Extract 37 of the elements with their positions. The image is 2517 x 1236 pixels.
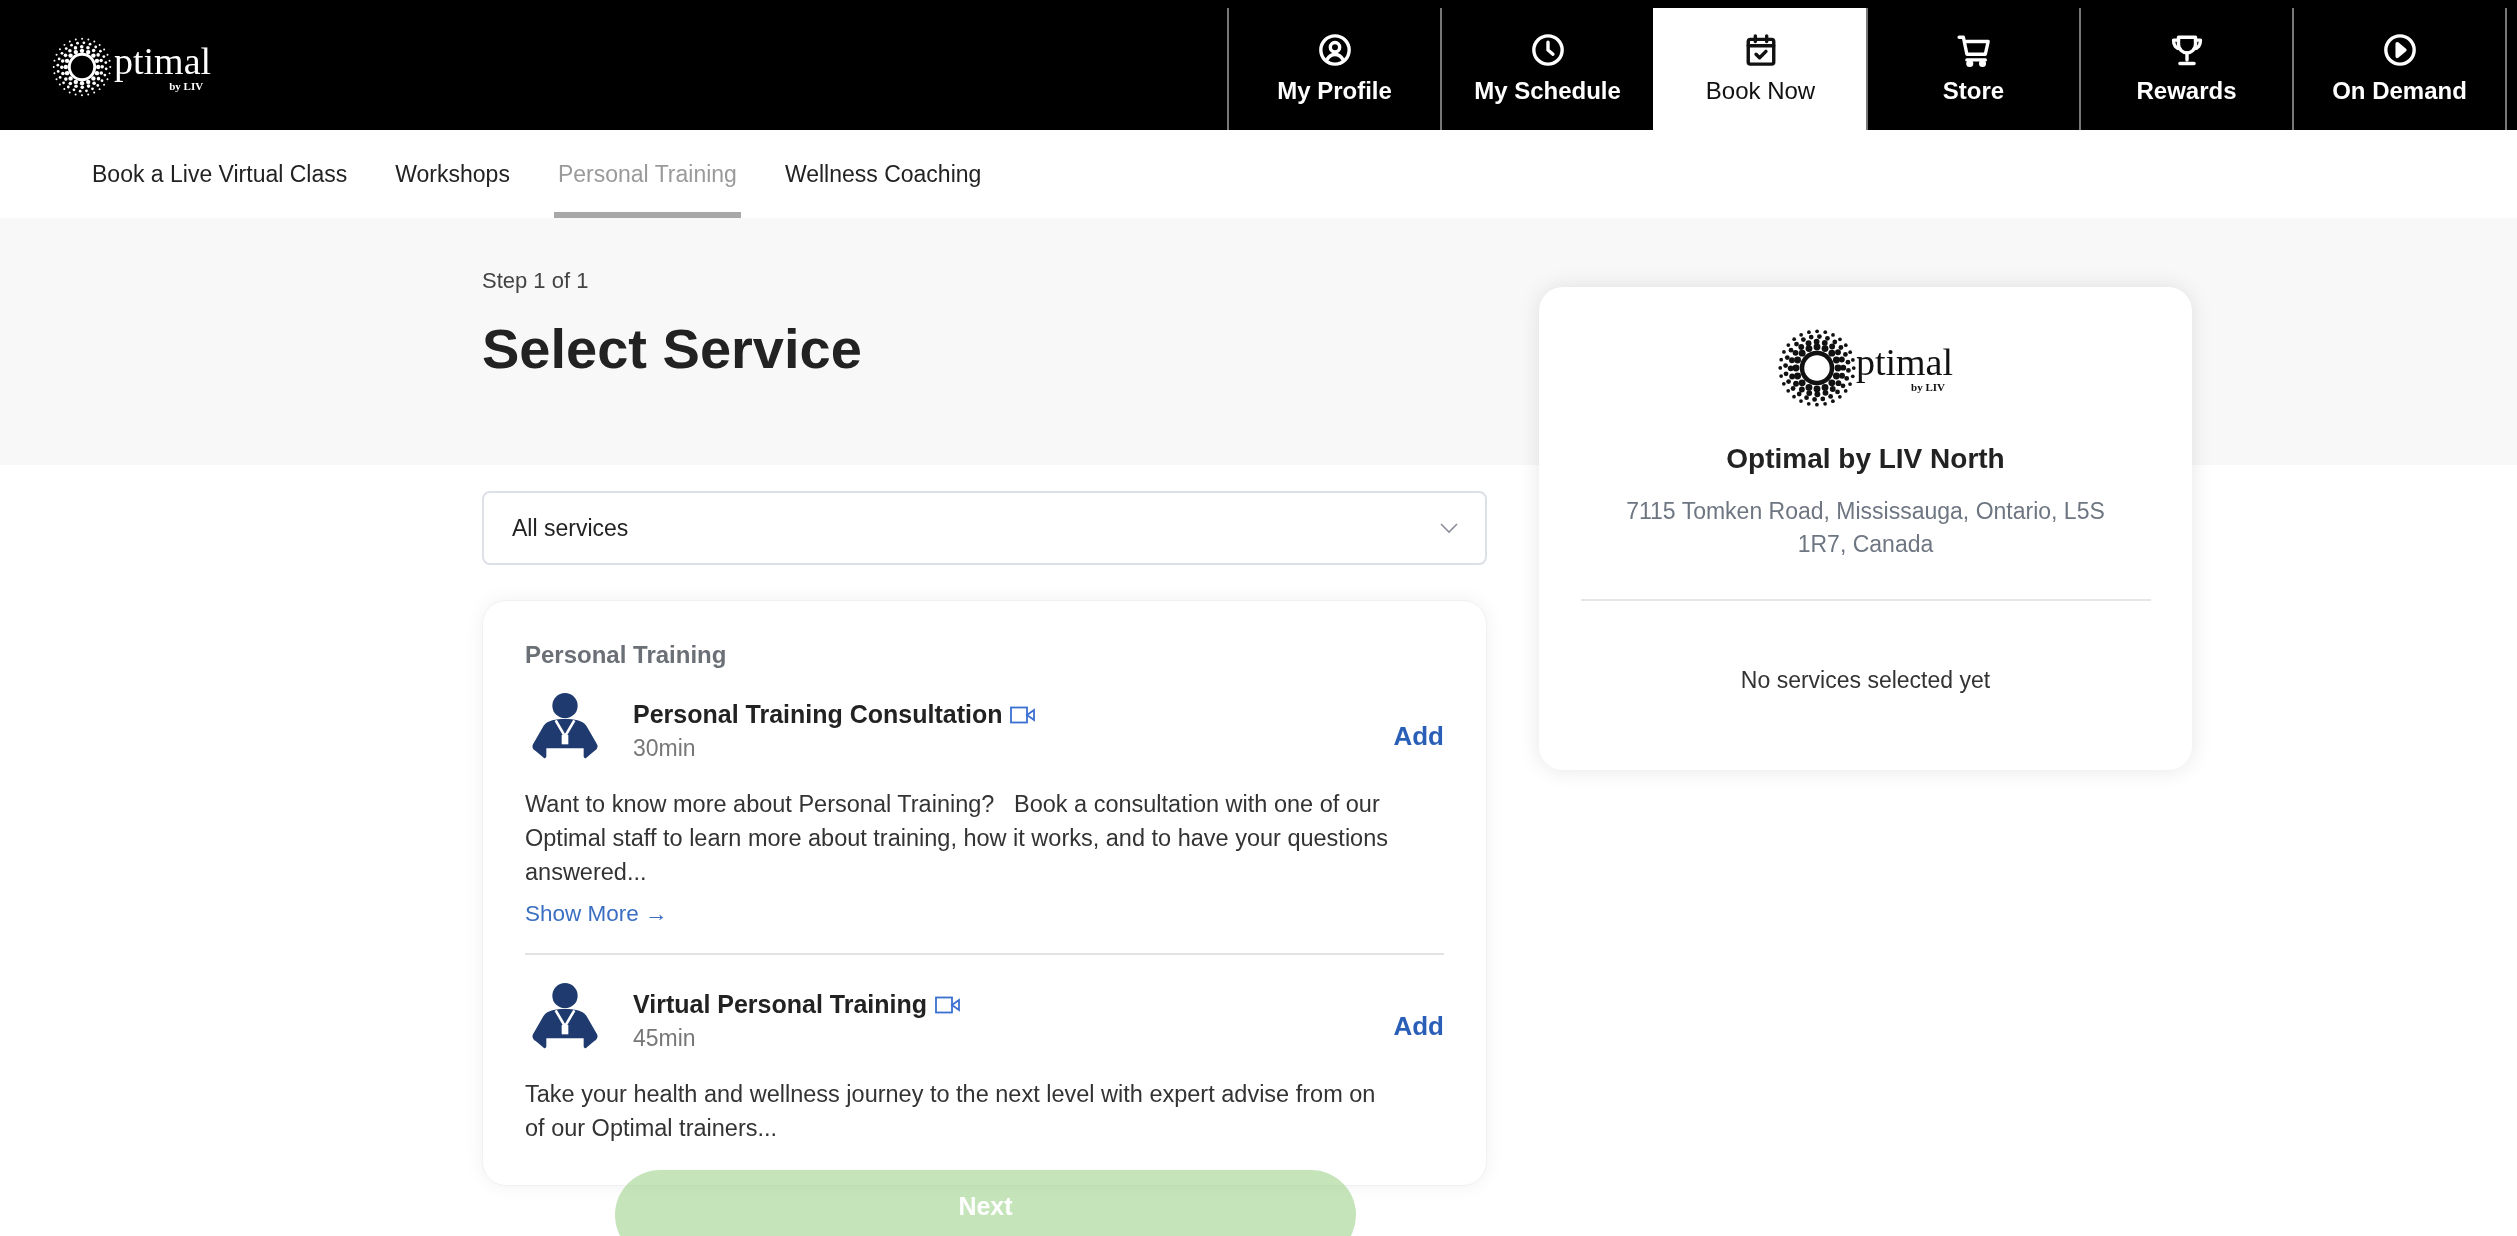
subnav-tab[interactable]: Wellness Coaching [780, 130, 986, 218]
add-link[interactable]: Add [1393, 720, 1444, 752]
nav-tab[interactable]: On Demand [2292, 8, 2507, 130]
subnav-tab[interactable]: Book a Live Virtual Class [88, 130, 352, 218]
service-duration: 30min [633, 735, 697, 762]
group-heading: Personal Training [525, 641, 728, 669]
subnav-tab[interactable]: Workshops [391, 130, 514, 218]
logo-tagline: by LIV [169, 80, 204, 92]
logo[interactable]: ptimal by LIV [52, 37, 212, 97]
service-filter-dropdown[interactable]: All services [482, 491, 1487, 565]
service-name: Virtual Personal Training [633, 990, 928, 1019]
play-icon [2382, 33, 2417, 67]
service-description: Take your health and wellness journey to the next level with expert advise from on of our Optimal trainers... [525, 1080, 1377, 1143]
cart-icon [1956, 33, 1991, 67]
logo-wordmark: ptimal [1855, 343, 1954, 381]
selection-summary: No services selected yet [1740, 667, 1991, 694]
trophy-icon [2169, 33, 2204, 67]
chevron-down-icon [1439, 522, 1459, 534]
service-name: Personal Training Consultation [633, 700, 1003, 729]
nav-tab[interactable]: My Profile [1227, 8, 1440, 130]
location-address: 7115 Tomken Road, Mississauga, Ontario, L5S 1R7, Canada [1625, 497, 2106, 559]
logo-tagline: by LIV [1911, 381, 1946, 393]
show-more-link[interactable]: Show More → [525, 901, 668, 927]
service-duration: 45min [633, 1025, 697, 1052]
add-link[interactable]: Add [1393, 1010, 1444, 1042]
sun-logo-icon [52, 37, 112, 97]
step-indicator: Step 1 of 1 [482, 268, 590, 294]
nav-tab[interactable]: Rewards [2079, 8, 2292, 130]
nav-tab[interactable]: Store [1866, 8, 2079, 130]
nav-tab[interactable]: Book Now [1653, 8, 1866, 130]
logo-wordmark: ptimal [114, 42, 212, 80]
profile-icon [1317, 33, 1352, 67]
location-name: Optimal by LIV North [1726, 443, 2005, 475]
sun-logo-icon [1777, 329, 1856, 407]
service-description: Want to know more about Personal Training? Book a consultation with one of our Optimal staff to learn more about training, how it works, and to have your questions answered... [525, 790, 1389, 887]
clock-icon [1530, 33, 1565, 67]
page-title: Select Service [482, 316, 863, 381]
